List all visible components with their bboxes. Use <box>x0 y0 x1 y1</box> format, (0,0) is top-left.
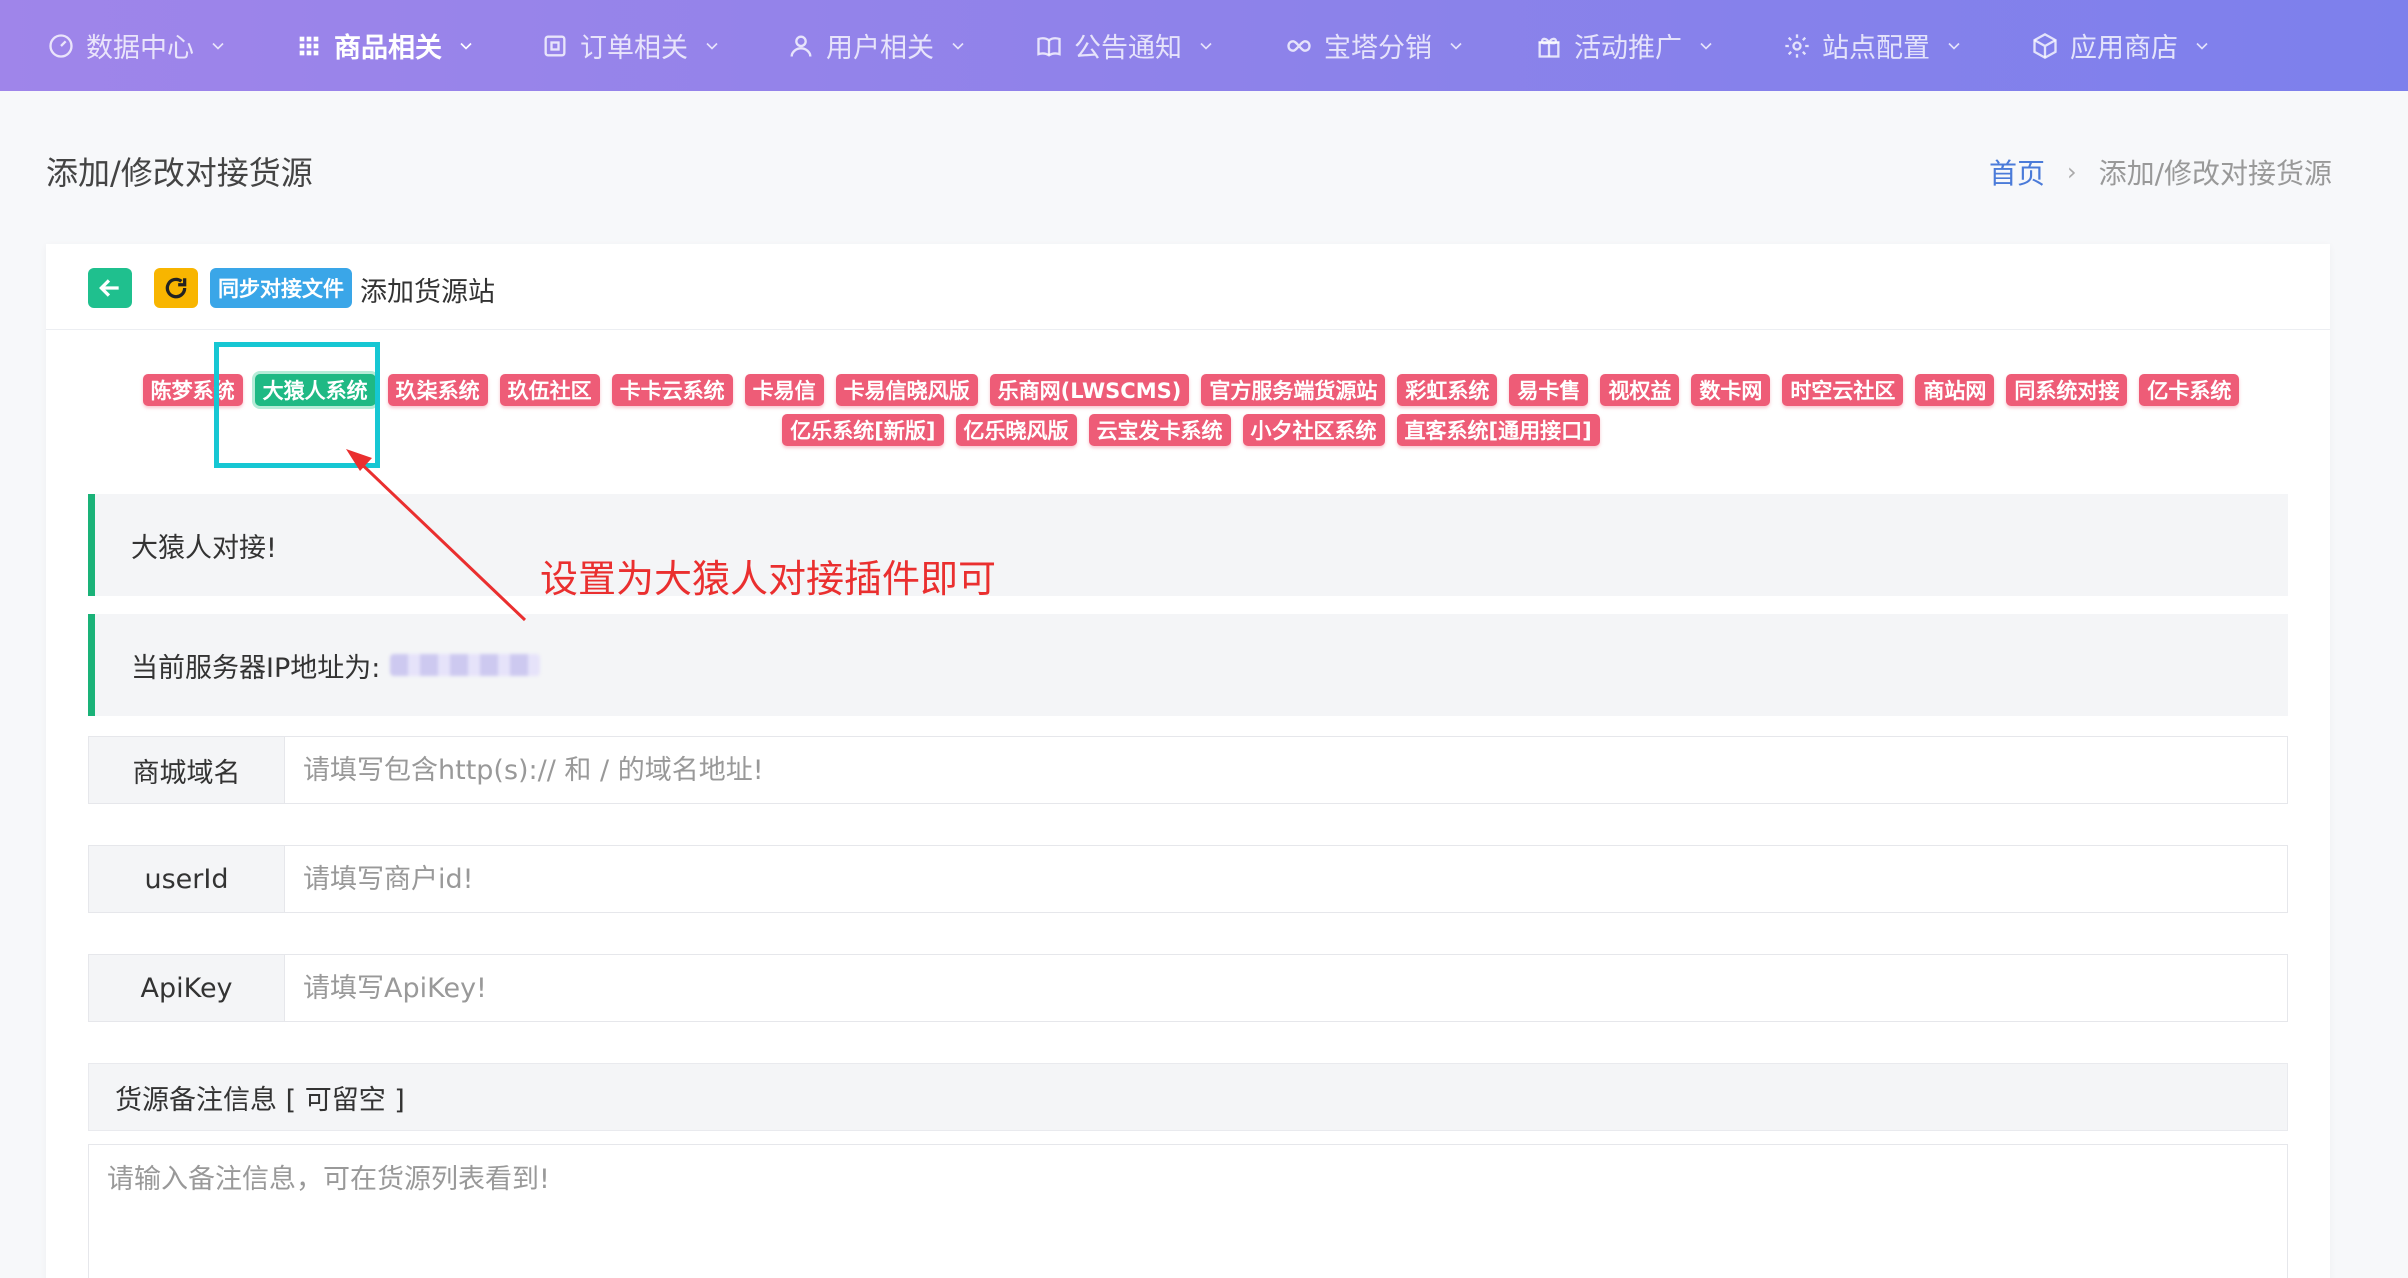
note-textarea[interactable] <box>88 1144 2288 1278</box>
nav-item-label: 应用商店 <box>2070 33 2178 64</box>
domain-input[interactable] <box>285 737 2287 803</box>
nav-item-data-center[interactable]: 数据中心 <box>46 0 228 91</box>
chevron-down-icon <box>1696 36 1716 56</box>
plugin-tag-row: 陈梦系统 大猿人系统 玖柒系统 玖伍社区 卡卡云系统 卡易信 卡易信晓风版 乐商网(LWSCM… <box>126 374 2256 406</box>
chevron-down-icon <box>1196 36 1216 56</box>
plugin-tag[interactable]: 时空云社区 <box>1782 374 1904 406</box>
annotation-highlight-box <box>214 342 380 468</box>
refresh-icon <box>165 277 187 299</box>
chevron-down-icon <box>208 36 228 56</box>
nav-item-label: 宝塔分销 <box>1324 33 1432 64</box>
plugin-notice-text: 大猿人对接! <box>131 532 277 564</box>
plugin-tag[interactable]: 亿卡系统 <box>2139 374 2240 406</box>
chevron-down-icon <box>948 36 968 56</box>
server-ip-notice: 当前服务器IP地址为: <box>88 614 2288 716</box>
plugin-tag[interactable]: 乐商网(LWSCMS) <box>989 374 1190 406</box>
chevron-down-icon <box>1944 36 1964 56</box>
plugin-tag-list: 陈梦系统 大猿人系统 玖柒系统 玖伍社区 卡卡云系统 卡易信 卡易信晓风版 乐商网(LWSCM… <box>126 374 2256 454</box>
plugin-tag[interactable]: 亿乐系统[新版] <box>782 414 944 446</box>
domain-field-row: 商城域名 <box>88 736 2288 804</box>
nav-item-label: 订单相关 <box>580 33 688 64</box>
user-icon <box>786 31 816 61</box>
apikey-input[interactable] <box>285 955 2287 1021</box>
chevron-down-icon <box>702 36 722 56</box>
userid-input[interactable] <box>285 846 2287 912</box>
plugin-tag-row: 亿乐系统[新版] 亿乐晓风版 云宝发卡系统 小夕社区系统 直客系统[通用接口] <box>126 414 2256 446</box>
breadcrumb-current: 添加/修改对接货源 <box>2098 157 2332 190</box>
plugin-tag[interactable]: 玖柒系统 <box>387 374 488 406</box>
userid-label: userId <box>89 846 285 912</box>
nav-item-app-store[interactable]: 应用商店 <box>2030 0 2212 91</box>
nav-item-label: 用户相关 <box>826 33 934 64</box>
nav-item-label: 公告通知 <box>1074 33 1182 64</box>
chevron-down-icon <box>456 36 476 56</box>
note-section-header: 货源备注信息 [ 可留空 ] <box>88 1063 2288 1131</box>
grid-icon <box>294 31 324 61</box>
plugin-tag[interactable]: 卡卡云系统 <box>611 374 733 406</box>
plugin-tag[interactable]: 同系统对接 <box>2006 374 2128 406</box>
plugin-tag[interactable]: 视权益 <box>1600 374 1680 406</box>
plugin-tag[interactable]: 易卡售 <box>1509 374 1589 406</box>
order-icon <box>540 31 570 61</box>
plugin-tag[interactable]: 亿乐晓风版 <box>955 414 1077 446</box>
server-ip-label: 当前服务器IP地址为: <box>131 652 381 684</box>
plugin-tag[interactable]: 卡易信晓风版 <box>835 374 978 406</box>
gear-icon <box>1782 31 1812 61</box>
nav-item-label: 数据中心 <box>86 33 194 64</box>
plugin-tag[interactable]: 玖伍社区 <box>499 374 600 406</box>
card-header: 同步对接文件 添加货源站 <box>46 244 2330 330</box>
refresh-button[interactable] <box>154 268 198 308</box>
sync-files-button[interactable]: 同步对接文件 <box>210 268 352 308</box>
card-title: 添加货源站 <box>360 277 495 308</box>
breadcrumb: 首页 › 添加/修改对接货源 <box>1989 152 2332 192</box>
plugin-tag[interactable]: 数卡网 <box>1691 374 1771 406</box>
nav-item-label: 活动推广 <box>1574 33 1682 64</box>
breadcrumb-home-link[interactable]: 首页 <box>1989 152 2045 192</box>
plugin-tag[interactable]: 彩虹系统 <box>1397 374 1498 406</box>
chevron-down-icon <box>2192 36 2212 56</box>
back-button[interactable] <box>88 268 132 308</box>
book-icon <box>1034 31 1064 61</box>
redacted-ip-address <box>390 654 541 676</box>
gift-icon <box>1534 31 1564 61</box>
arrow-left-icon <box>99 279 119 297</box>
box-icon <box>2030 31 2060 61</box>
plugin-tag[interactable]: 云宝发卡系统 <box>1088 414 1231 446</box>
chevron-down-icon <box>1446 36 1466 56</box>
dashboard-icon <box>46 31 76 61</box>
plugin-tag[interactable]: 商站网 <box>1915 374 1995 406</box>
userid-field-row: userId <box>88 845 2288 913</box>
breadcrumb-separator: › <box>2066 158 2077 186</box>
nav-item-announcements[interactable]: 公告通知 <box>1034 0 1216 91</box>
apikey-field-row: ApiKey <box>88 954 2288 1022</box>
annotation-text: 设置为大猿人对接插件即可 <box>540 557 997 601</box>
page-title: 添加/修改对接货源 <box>46 154 313 192</box>
nav-item-label: 站点配置 <box>1822 33 1930 64</box>
plugin-tag[interactable]: 直客系统[通用接口] <box>1396 414 1600 446</box>
plugin-tag[interactable]: 官方服务端货源站 <box>1201 374 1386 406</box>
nav-item-label: 商品相关 <box>334 33 442 64</box>
domain-label: 商城域名 <box>89 737 285 803</box>
plugin-notice: 大猿人对接! <box>88 494 2288 596</box>
nav-item-users[interactable]: 用户相关 <box>786 0 968 91</box>
apikey-label: ApiKey <box>89 955 285 1021</box>
nav-item-site-config[interactable]: 站点配置 <box>1782 0 1964 91</box>
nav-item-orders[interactable]: 订单相关 <box>540 0 722 91</box>
nav-item-products[interactable]: 商品相关 <box>294 0 476 91</box>
plugin-tag[interactable]: 小夕社区系统 <box>1242 414 1385 446</box>
nav-item-promotions[interactable]: 活动推广 <box>1534 0 1716 91</box>
top-navigation: 数据中心 商品相关 订单相关 用户相关 公告通知 宝塔分销 活动推广 站点配置 <box>0 0 2408 91</box>
nav-item-distribution[interactable]: 宝塔分销 <box>1284 0 1466 91</box>
plugin-tag[interactable]: 卡易信 <box>744 374 824 406</box>
infinity-icon <box>1284 31 1314 61</box>
